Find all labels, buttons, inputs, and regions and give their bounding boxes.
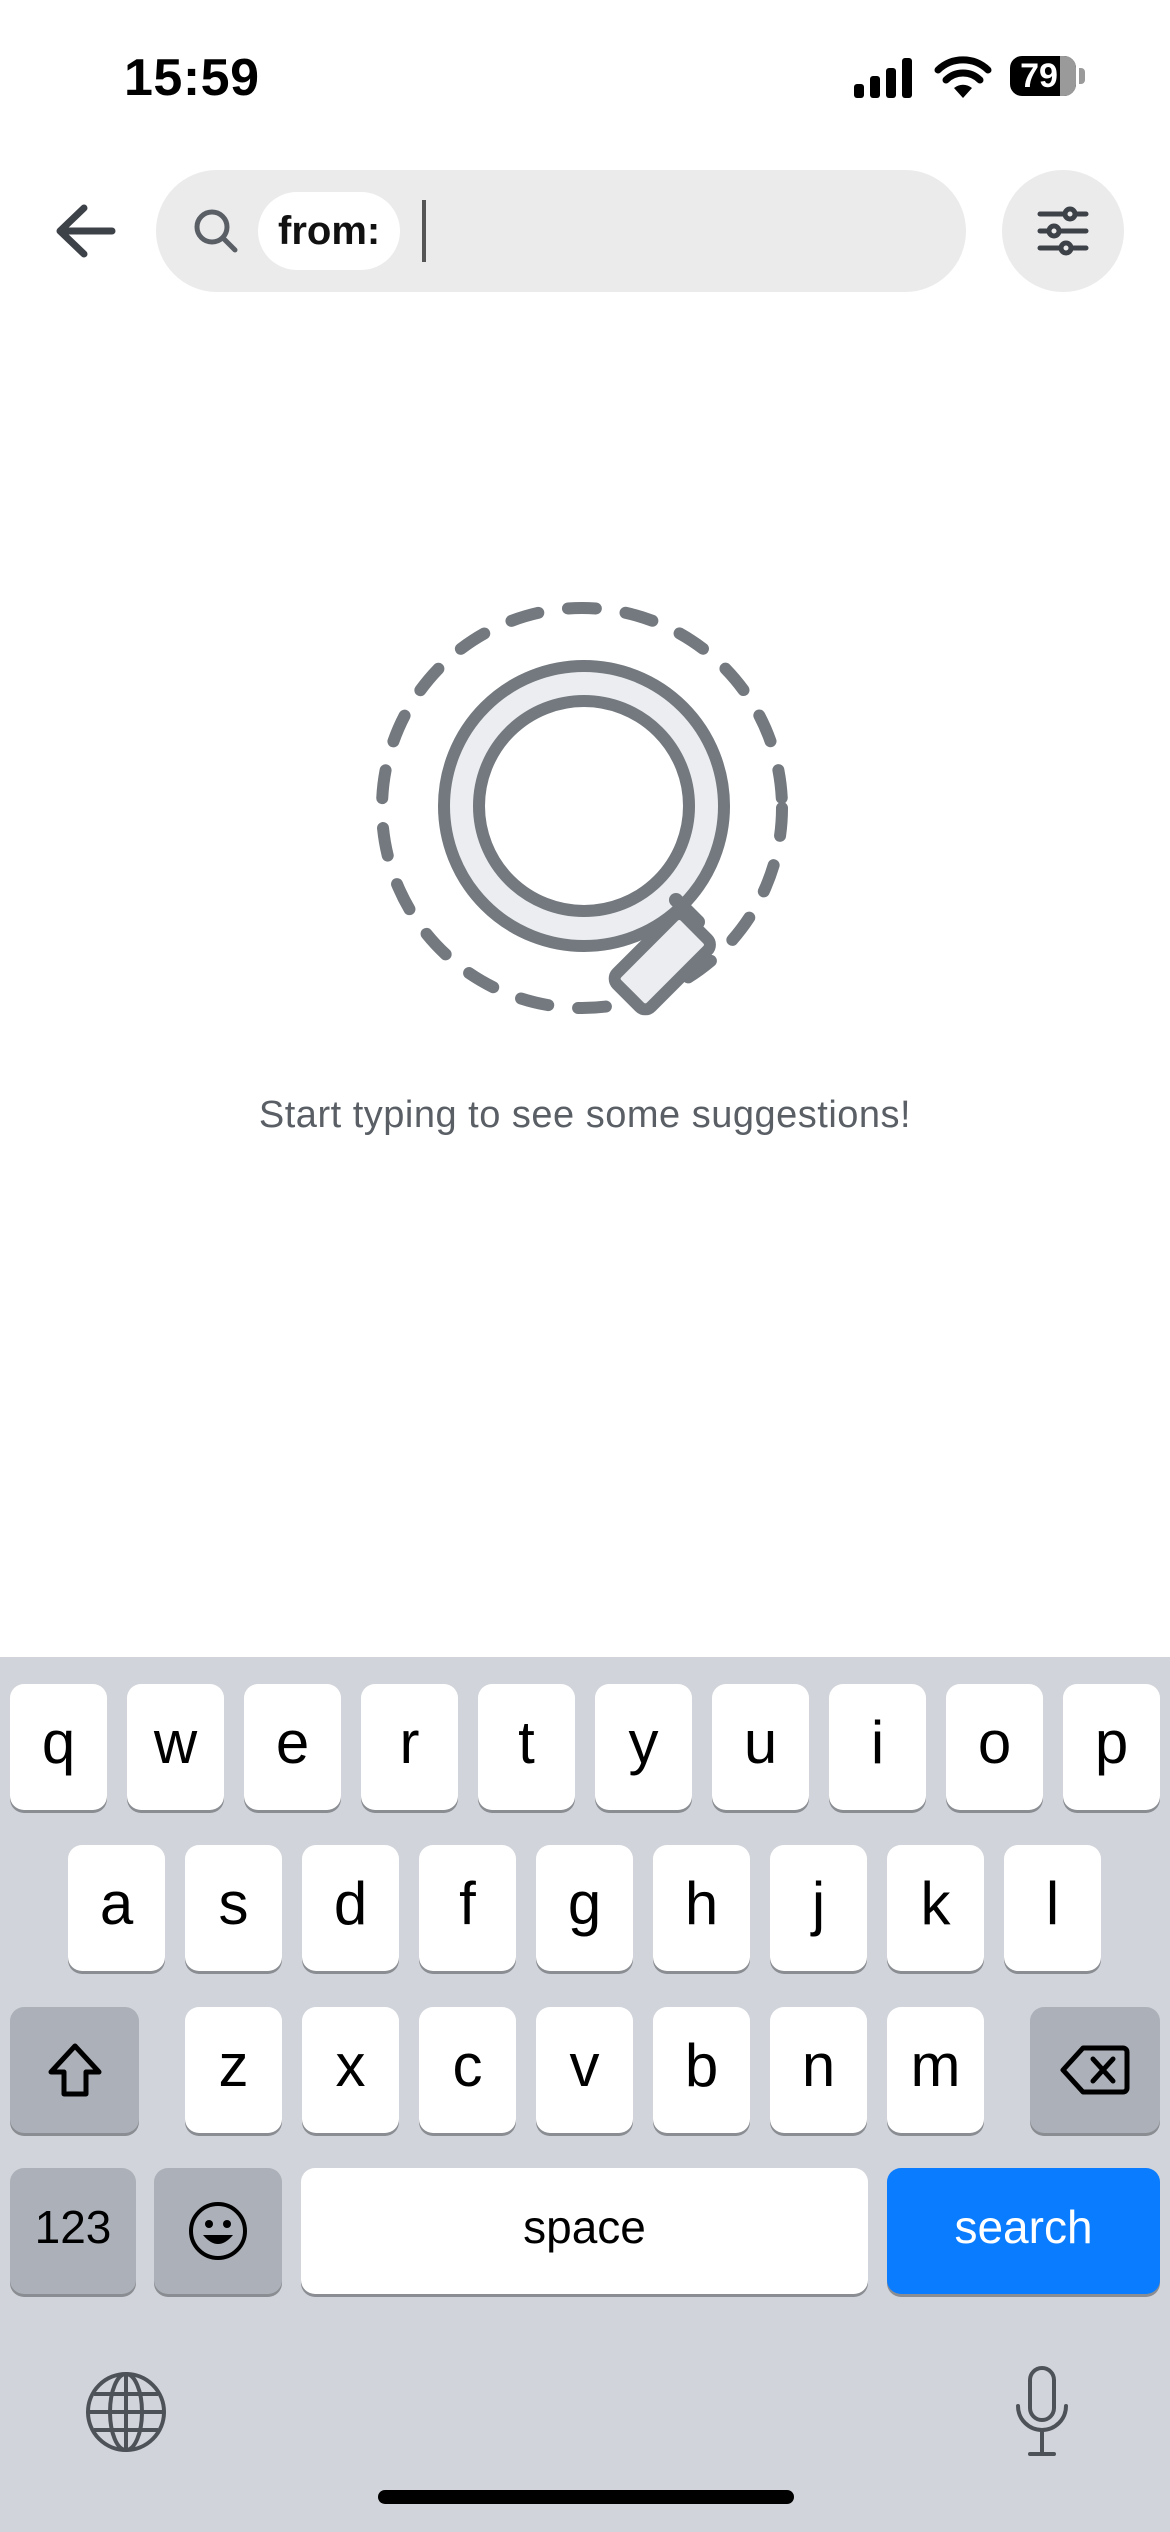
space-key[interactable]: space <box>301 2168 868 2294</box>
key-m[interactable]: m <box>887 2007 984 2133</box>
sliders-icon <box>1037 206 1089 256</box>
key-o[interactable]: o <box>946 1684 1043 1810</box>
globe-icon[interactable] <box>84 2370 168 2454</box>
microphone-icon[interactable] <box>1010 2364 1074 2460</box>
status-time: 15:59 <box>124 49 260 107</box>
battery-percentage: 79 <box>1020 57 1058 95</box>
key-q[interactable]: q <box>10 1684 107 1810</box>
key-i[interactable]: i <box>829 1684 926 1810</box>
key-y[interactable]: y <box>595 1684 692 1810</box>
key-j[interactable]: j <box>770 1845 867 1971</box>
wifi-icon <box>934 56 992 98</box>
key-e[interactable]: e <box>244 1684 341 1810</box>
from-filter-chip[interactable]: from: <box>258 192 401 270</box>
key-z[interactable]: z <box>185 2007 282 2133</box>
filter-button[interactable] <box>1002 170 1124 292</box>
numbers-key[interactable]: 123 <box>10 2168 136 2294</box>
search-bar[interactable]: from: <box>156 170 966 292</box>
key-d[interactable]: d <box>302 1845 399 1971</box>
key-p[interactable]: p <box>1063 1684 1160 1810</box>
emoji-key[interactable] <box>154 2168 282 2294</box>
key-u[interactable]: u <box>712 1684 809 1810</box>
empty-state-message: Start typing to see some suggestions! <box>258 1094 912 1136</box>
back-button[interactable] <box>40 186 130 276</box>
key-n[interactable]: n <box>770 2007 867 2133</box>
key-h[interactable]: h <box>653 1845 750 1971</box>
magnifier-illustration-icon <box>376 602 788 1016</box>
key-t[interactable]: t <box>478 1684 575 1810</box>
key-v[interactable]: v <box>536 2007 633 2133</box>
backspace-icon <box>1060 2045 1130 2095</box>
key-c[interactable]: c <box>419 2007 516 2133</box>
key-g[interactable]: g <box>536 1845 633 1971</box>
key-r[interactable]: r <box>361 1684 458 1810</box>
text-cursor <box>422 200 426 262</box>
key-f[interactable]: f <box>419 1845 516 1971</box>
emoji-icon <box>189 2202 247 2260</box>
key-b[interactable]: b <box>653 2007 750 2133</box>
shift-key[interactable] <box>10 2007 139 2133</box>
key-w[interactable]: w <box>127 1684 224 1810</box>
home-indicator[interactable] <box>378 2490 794 2504</box>
delete-key[interactable] <box>1030 2007 1160 2133</box>
keyboard: q w e r t y u i o p a s d f g h j k l z … <box>0 1657 1170 2532</box>
key-s[interactable]: s <box>185 1845 282 1971</box>
search-key[interactable]: search <box>887 2168 1160 2294</box>
shift-icon <box>48 2043 101 2097</box>
cellular-signal-icon <box>854 58 912 98</box>
key-k[interactable]: k <box>887 1845 984 1971</box>
key-x[interactable]: x <box>302 2007 399 2133</box>
key-l[interactable]: l <box>1004 1845 1101 1971</box>
battery-icon: 79 <box>1010 56 1076 96</box>
key-a[interactable]: a <box>68 1845 165 1971</box>
search-icon <box>194 209 238 253</box>
arrow-left-icon <box>56 204 116 258</box>
